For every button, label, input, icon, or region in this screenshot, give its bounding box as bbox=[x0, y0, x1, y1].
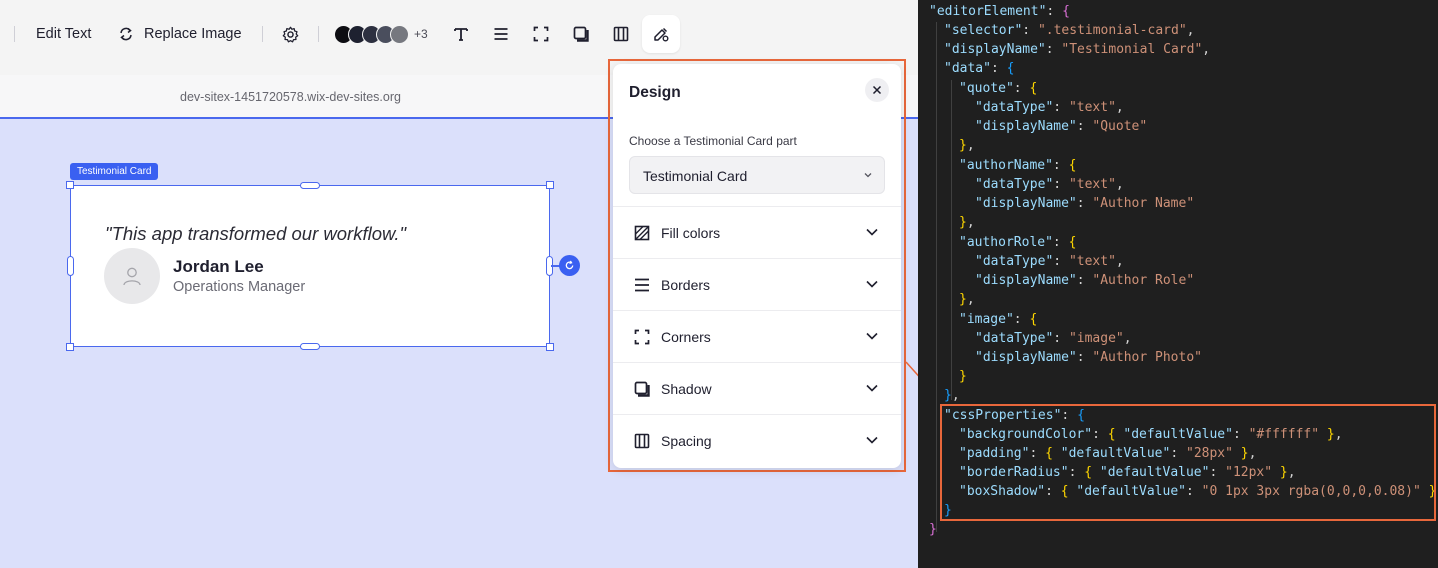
toolbar-divider bbox=[14, 26, 15, 42]
code-line: "displayName": "Author Photo" bbox=[975, 350, 1202, 365]
choose-part-label: Choose a Testimonial Card part bbox=[629, 134, 797, 148]
code-line: "authorRole": { bbox=[959, 235, 1077, 250]
shadow-square-icon bbox=[573, 26, 589, 42]
toolbar-divider bbox=[262, 26, 263, 42]
close-button[interactable] bbox=[865, 78, 889, 102]
gear-icon bbox=[282, 26, 298, 42]
chevron-down-icon bbox=[866, 228, 878, 236]
code-line: }, bbox=[944, 388, 960, 403]
settings-button[interactable] bbox=[273, 17, 307, 51]
code-line: "displayName": "Quote" bbox=[975, 119, 1148, 134]
rotate-icon bbox=[565, 260, 574, 270]
code-line: "editorElement": { bbox=[929, 4, 1070, 19]
section-label: Corners bbox=[661, 329, 711, 345]
part-select[interactable]: Testimonial Card bbox=[629, 156, 885, 194]
replace-image-icon bbox=[120, 27, 132, 41]
chevron-down-icon bbox=[866, 436, 878, 444]
close-icon bbox=[872, 85, 882, 95]
code-line: "dataType": "text", bbox=[975, 254, 1124, 269]
editor-canvas-area: Edit Text Replace Image +3 dev-sitex-145… bbox=[0, 0, 918, 568]
section-label: Shadow bbox=[661, 381, 712, 397]
site-url: dev-sitex-1451720578.wix-dev-sites.org bbox=[180, 90, 401, 104]
code-line: "dataType": "image", bbox=[975, 331, 1132, 346]
chevron-down-icon bbox=[864, 173, 872, 178]
text-style-button[interactable] bbox=[444, 17, 478, 51]
code-line: "quote": { bbox=[959, 81, 1038, 96]
section-shadow[interactable]: Shadow bbox=[613, 362, 901, 414]
chevron-down-icon bbox=[866, 384, 878, 392]
resize-handle-bottom-right[interactable] bbox=[546, 343, 554, 351]
resize-handle-bottom-left[interactable] bbox=[66, 343, 74, 351]
code-line: } bbox=[959, 369, 967, 384]
section-fill-colors[interactable]: Fill colors bbox=[613, 206, 901, 258]
code-line: } bbox=[929, 522, 937, 537]
shadow-icon bbox=[634, 381, 650, 397]
user-placeholder-icon bbox=[123, 267, 141, 286]
selected-part: Testimonial Card bbox=[643, 168, 748, 184]
code-line: "dataType": "text", bbox=[975, 100, 1124, 115]
section-label: Borders bbox=[661, 277, 711, 293]
design-brush-icon bbox=[654, 27, 669, 42]
edit-text-label: Edit Text bbox=[36, 26, 92, 42]
author-photo[interactable] bbox=[104, 248, 160, 304]
code-line: "displayName": "Author Name" bbox=[975, 196, 1195, 211]
code-line: "data": { bbox=[944, 61, 1015, 76]
element-name-badge[interactable]: Testimonial Card bbox=[70, 163, 159, 180]
resize-handle-left[interactable] bbox=[67, 256, 74, 276]
section-spacing[interactable]: Spacing bbox=[613, 414, 901, 466]
author-name[interactable]: Jordan Lee bbox=[173, 257, 264, 277]
replace-image-label: Replace Image bbox=[144, 26, 242, 42]
section-corners[interactable]: Corners bbox=[613, 310, 901, 362]
resize-handle-bottom[interactable] bbox=[300, 343, 320, 350]
code-line: "image": { bbox=[959, 312, 1038, 327]
code-line: "authorName": { bbox=[959, 158, 1077, 173]
spacing-button[interactable] bbox=[604, 17, 638, 51]
css-properties-highlight bbox=[940, 404, 1436, 521]
code-line: }, bbox=[959, 292, 975, 307]
design-button[interactable] bbox=[642, 15, 680, 53]
columns-icon bbox=[613, 26, 629, 42]
resize-handle-top-right[interactable] bbox=[546, 181, 554, 189]
edit-text-button[interactable]: Edit Text bbox=[36, 24, 91, 44]
code-line: "displayName": "Testimonial Card", bbox=[944, 42, 1211, 57]
resize-handle-top[interactable] bbox=[300, 182, 320, 189]
align-lines-icon bbox=[494, 28, 508, 40]
corners-icon bbox=[634, 329, 650, 345]
replace-image-button[interactable]: Replace Image bbox=[118, 24, 242, 44]
borders-icon bbox=[635, 278, 649, 292]
frame-corners-icon bbox=[533, 26, 549, 42]
testimonial-quote[interactable]: "This app transformed our workflow." bbox=[105, 223, 406, 245]
shadow-button[interactable] bbox=[564, 17, 598, 51]
rotate-handle[interactable] bbox=[559, 255, 580, 276]
align-button[interactable] bbox=[484, 17, 518, 51]
testimonial-card[interactable]: "This app transformed our workflow." Jor… bbox=[70, 185, 550, 347]
code-line: }, bbox=[959, 215, 975, 230]
code-line: "displayName": "Author Role" bbox=[975, 273, 1195, 288]
toolbar-divider bbox=[318, 26, 319, 42]
color-swatch bbox=[390, 24, 409, 44]
section-label: Spacing bbox=[661, 433, 712, 449]
text-icon bbox=[454, 28, 468, 41]
spacing-icon bbox=[634, 433, 650, 449]
more-colors-count: +3 bbox=[414, 27, 428, 41]
section-borders[interactable]: Borders bbox=[613, 258, 901, 310]
code-line: "selector": ".testimonial-card", bbox=[944, 23, 1195, 38]
code-line: }, bbox=[959, 138, 975, 153]
indent-guide bbox=[951, 80, 952, 400]
design-panel: Design Choose a Testimonial Card part Te… bbox=[613, 64, 901, 468]
panel-title: Design bbox=[629, 84, 681, 101]
author-role[interactable]: Operations Manager bbox=[173, 279, 305, 295]
color-palette-button[interactable]: +3 bbox=[334, 24, 428, 44]
fill-colors-icon bbox=[634, 225, 650, 241]
code-line: "dataType": "text", bbox=[975, 177, 1124, 192]
indent-guide bbox=[936, 22, 937, 532]
resize-handle-top-left[interactable] bbox=[66, 181, 74, 189]
section-label: Fill colors bbox=[661, 225, 721, 241]
chevron-down-icon bbox=[866, 280, 878, 288]
crop-button[interactable] bbox=[524, 17, 558, 51]
chevron-down-icon bbox=[866, 332, 878, 340]
